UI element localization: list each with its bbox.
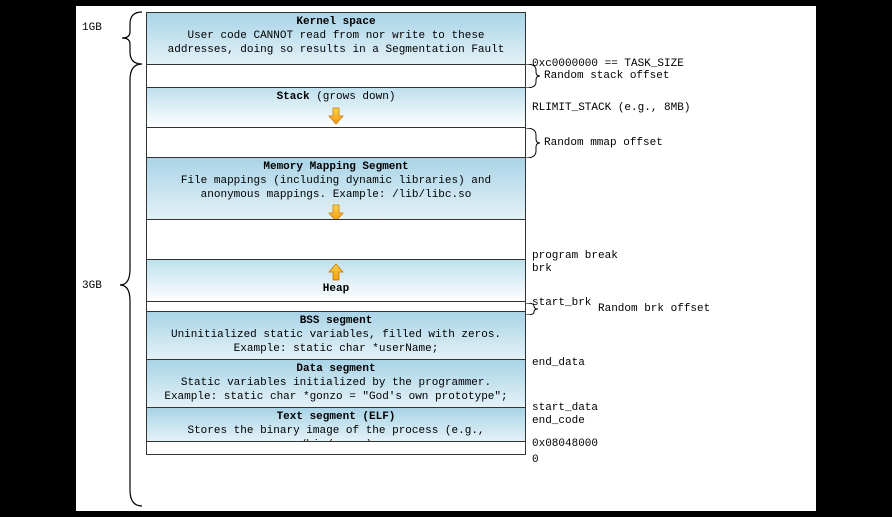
- gap-stack-offset: [146, 64, 526, 87]
- segment-data-desc: Static variables initialized by the prog…: [153, 377, 519, 405]
- label-start-data: start_data: [532, 402, 598, 414]
- address-space-stack: Kernel space User code CANNOT read from …: [146, 12, 526, 455]
- segment-heap: Heap: [146, 259, 526, 301]
- segment-stack: Stack (grows down): [146, 87, 526, 127]
- segment-bss-title: BSS segment: [153, 315, 519, 329]
- segment-mmap-title: Memory Mapping Segment: [153, 161, 519, 175]
- segment-stack-note: (grows down): [316, 91, 395, 103]
- label-rand-mmap: Random mmap offset: [544, 137, 663, 149]
- segment-text: Text segment (ELF) Stores the binary ima…: [146, 407, 526, 441]
- label-text-addr: 0x08048000: [532, 438, 598, 450]
- label-rlimit-stack: RLIMIT_STACK (e.g., 8MB): [532, 102, 690, 114]
- label-end-data: end_data: [532, 357, 585, 369]
- label-1gb: 1GB: [82, 22, 102, 34]
- arrow-up-icon: [327, 263, 345, 281]
- segment-stack-title: Stack: [277, 91, 310, 103]
- label-end-code: end_code: [532, 415, 585, 427]
- segment-heap-title: Heap: [153, 283, 519, 297]
- label-start-brk: start_brk: [532, 297, 591, 309]
- label-rand-stack: Random stack offset: [544, 70, 669, 82]
- label-rand-brk: Random brk offset: [598, 303, 710, 315]
- bracket-rand-mmap: [526, 128, 540, 158]
- bracket-rand-brk: [526, 303, 540, 315]
- segment-kernel-desc: User code CANNOT read from nor write to …: [153, 30, 519, 58]
- right-annotations: 0xc0000000 == TASK_SIZE Random stack off…: [526, 12, 736, 506]
- segment-mmap: Memory Mapping Segment File mappings (in…: [146, 157, 526, 219]
- gap-brk-offset: [146, 301, 526, 311]
- label-brk: brk: [532, 263, 552, 275]
- brace-3gb: [108, 64, 144, 506]
- brace-1gb: [108, 12, 144, 64]
- segment-mmap-desc: File mappings (including dynamic librari…: [153, 175, 519, 203]
- heap-arrow-up: [153, 263, 519, 281]
- segment-bss: BSS segment Uninitialized static variabl…: [146, 311, 526, 359]
- left-size-column: 1GB 3GB: [76, 12, 146, 506]
- label-task-size: 0xc0000000 == TASK_SIZE: [532, 58, 684, 70]
- segment-data-title: Data segment: [153, 363, 519, 377]
- gap-heap-grow: [146, 219, 526, 259]
- memory-layout-diagram: 1GB 3GB Kernel space User code CANNOT re…: [75, 5, 817, 512]
- label-program-break: program break: [532, 250, 618, 262]
- arrow-down-icon: [327, 107, 345, 125]
- label-3gb: 3GB: [82, 280, 102, 292]
- gap-zero: [146, 441, 526, 455]
- segment-text-title: Text segment (ELF): [153, 411, 519, 425]
- segment-data: Data segment Static variables initialize…: [146, 359, 526, 407]
- segment-stack-label: Stack (grows down): [153, 91, 519, 105]
- segment-kernel: Kernel space User code CANNOT read from …: [146, 12, 526, 64]
- segment-kernel-title: Kernel space: [153, 16, 519, 30]
- stack-arrow-down: [153, 107, 519, 125]
- bracket-rand-stack: [526, 64, 540, 88]
- label-zero: 0: [532, 454, 539, 466]
- diagram-body: 1GB 3GB Kernel space User code CANNOT re…: [76, 12, 736, 506]
- segment-bss-desc: Uninitialized static variables, filled w…: [153, 329, 519, 357]
- gap-mmap-offset: [146, 127, 526, 157]
